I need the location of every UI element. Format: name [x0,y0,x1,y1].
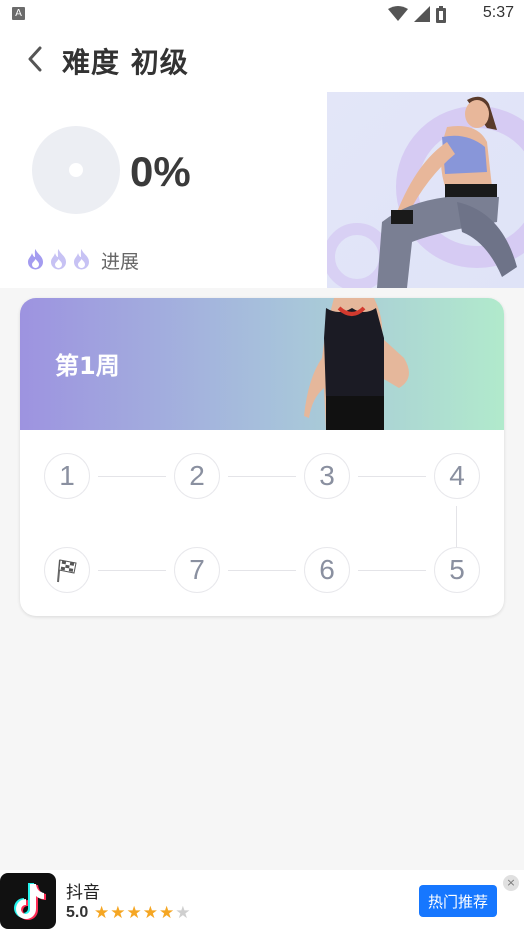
progress-ring [32,126,120,214]
battery-icon [436,5,446,23]
tiktok-app-icon[interactable] [0,873,56,929]
page-title: 难度 初级 [62,46,189,79]
star-icon: ★ [126,903,143,923]
day-node-5[interactable]: 5 [434,547,480,593]
day-node-2[interactable]: 2 [174,453,220,499]
finish-node[interactable] [44,547,90,593]
clock: 5:37 [482,4,514,21]
connector-line [358,570,426,571]
connector-line [98,476,166,477]
star-icon: ★ [142,903,159,923]
star-icon: ★ [94,903,111,923]
connector-line [456,506,457,548]
day-node-7[interactable]: 7 [174,547,220,593]
header: 难度 初级 [0,28,524,92]
ad-app-name: 抖音 [66,883,100,903]
progress-ring-center [69,163,83,177]
checkered-flag-icon [57,559,77,583]
model-illustration [304,298,409,430]
wifi-icon [388,6,408,21]
progress-percent: 0% [130,148,191,195]
week-banner: 第1周 [20,298,504,430]
star-icon: ★ [159,903,176,923]
status-icons [388,5,446,23]
flame-icon [74,249,89,270]
ad-cta-button[interactable]: 热门推荐 [419,885,497,917]
connector-line [98,570,166,571]
notification-icon: A [12,7,25,20]
day-node-4[interactable]: 4 [434,453,480,499]
week-card[interactable]: 第1周 1 2 3 4 7 6 5 [20,298,504,616]
ad-banner[interactable]: 抖音 5.0 ★★★★★★ 热门推荐 × [0,870,524,932]
progress-label: 进展 [101,251,140,273]
status-bar: A 5:37 [0,0,524,28]
connector-line [228,570,296,571]
day-node-1[interactable]: 1 [44,453,90,499]
close-icon[interactable]: × [503,875,519,891]
star-icon: ★ [175,903,192,923]
week-title: 第1周 [55,352,120,380]
signal-icon [414,6,430,22]
star-rating: ★★★★★★ [94,903,192,923]
back-button[interactable] [20,44,50,74]
day-node-6[interactable]: 6 [304,547,350,593]
flame-icon [28,249,43,270]
workout-illustration [327,96,524,288]
music-note-icon [14,883,46,920]
star-icon: ★ [110,903,127,923]
flame-icon [51,249,66,270]
chevron-left-icon [28,46,42,72]
flame-rating [26,248,91,270]
ad-rating: 5.0 [66,904,89,921]
connector-line [228,476,296,477]
connector-line [358,476,426,477]
hero-image [327,92,524,288]
day-node-3[interactable]: 3 [304,453,350,499]
